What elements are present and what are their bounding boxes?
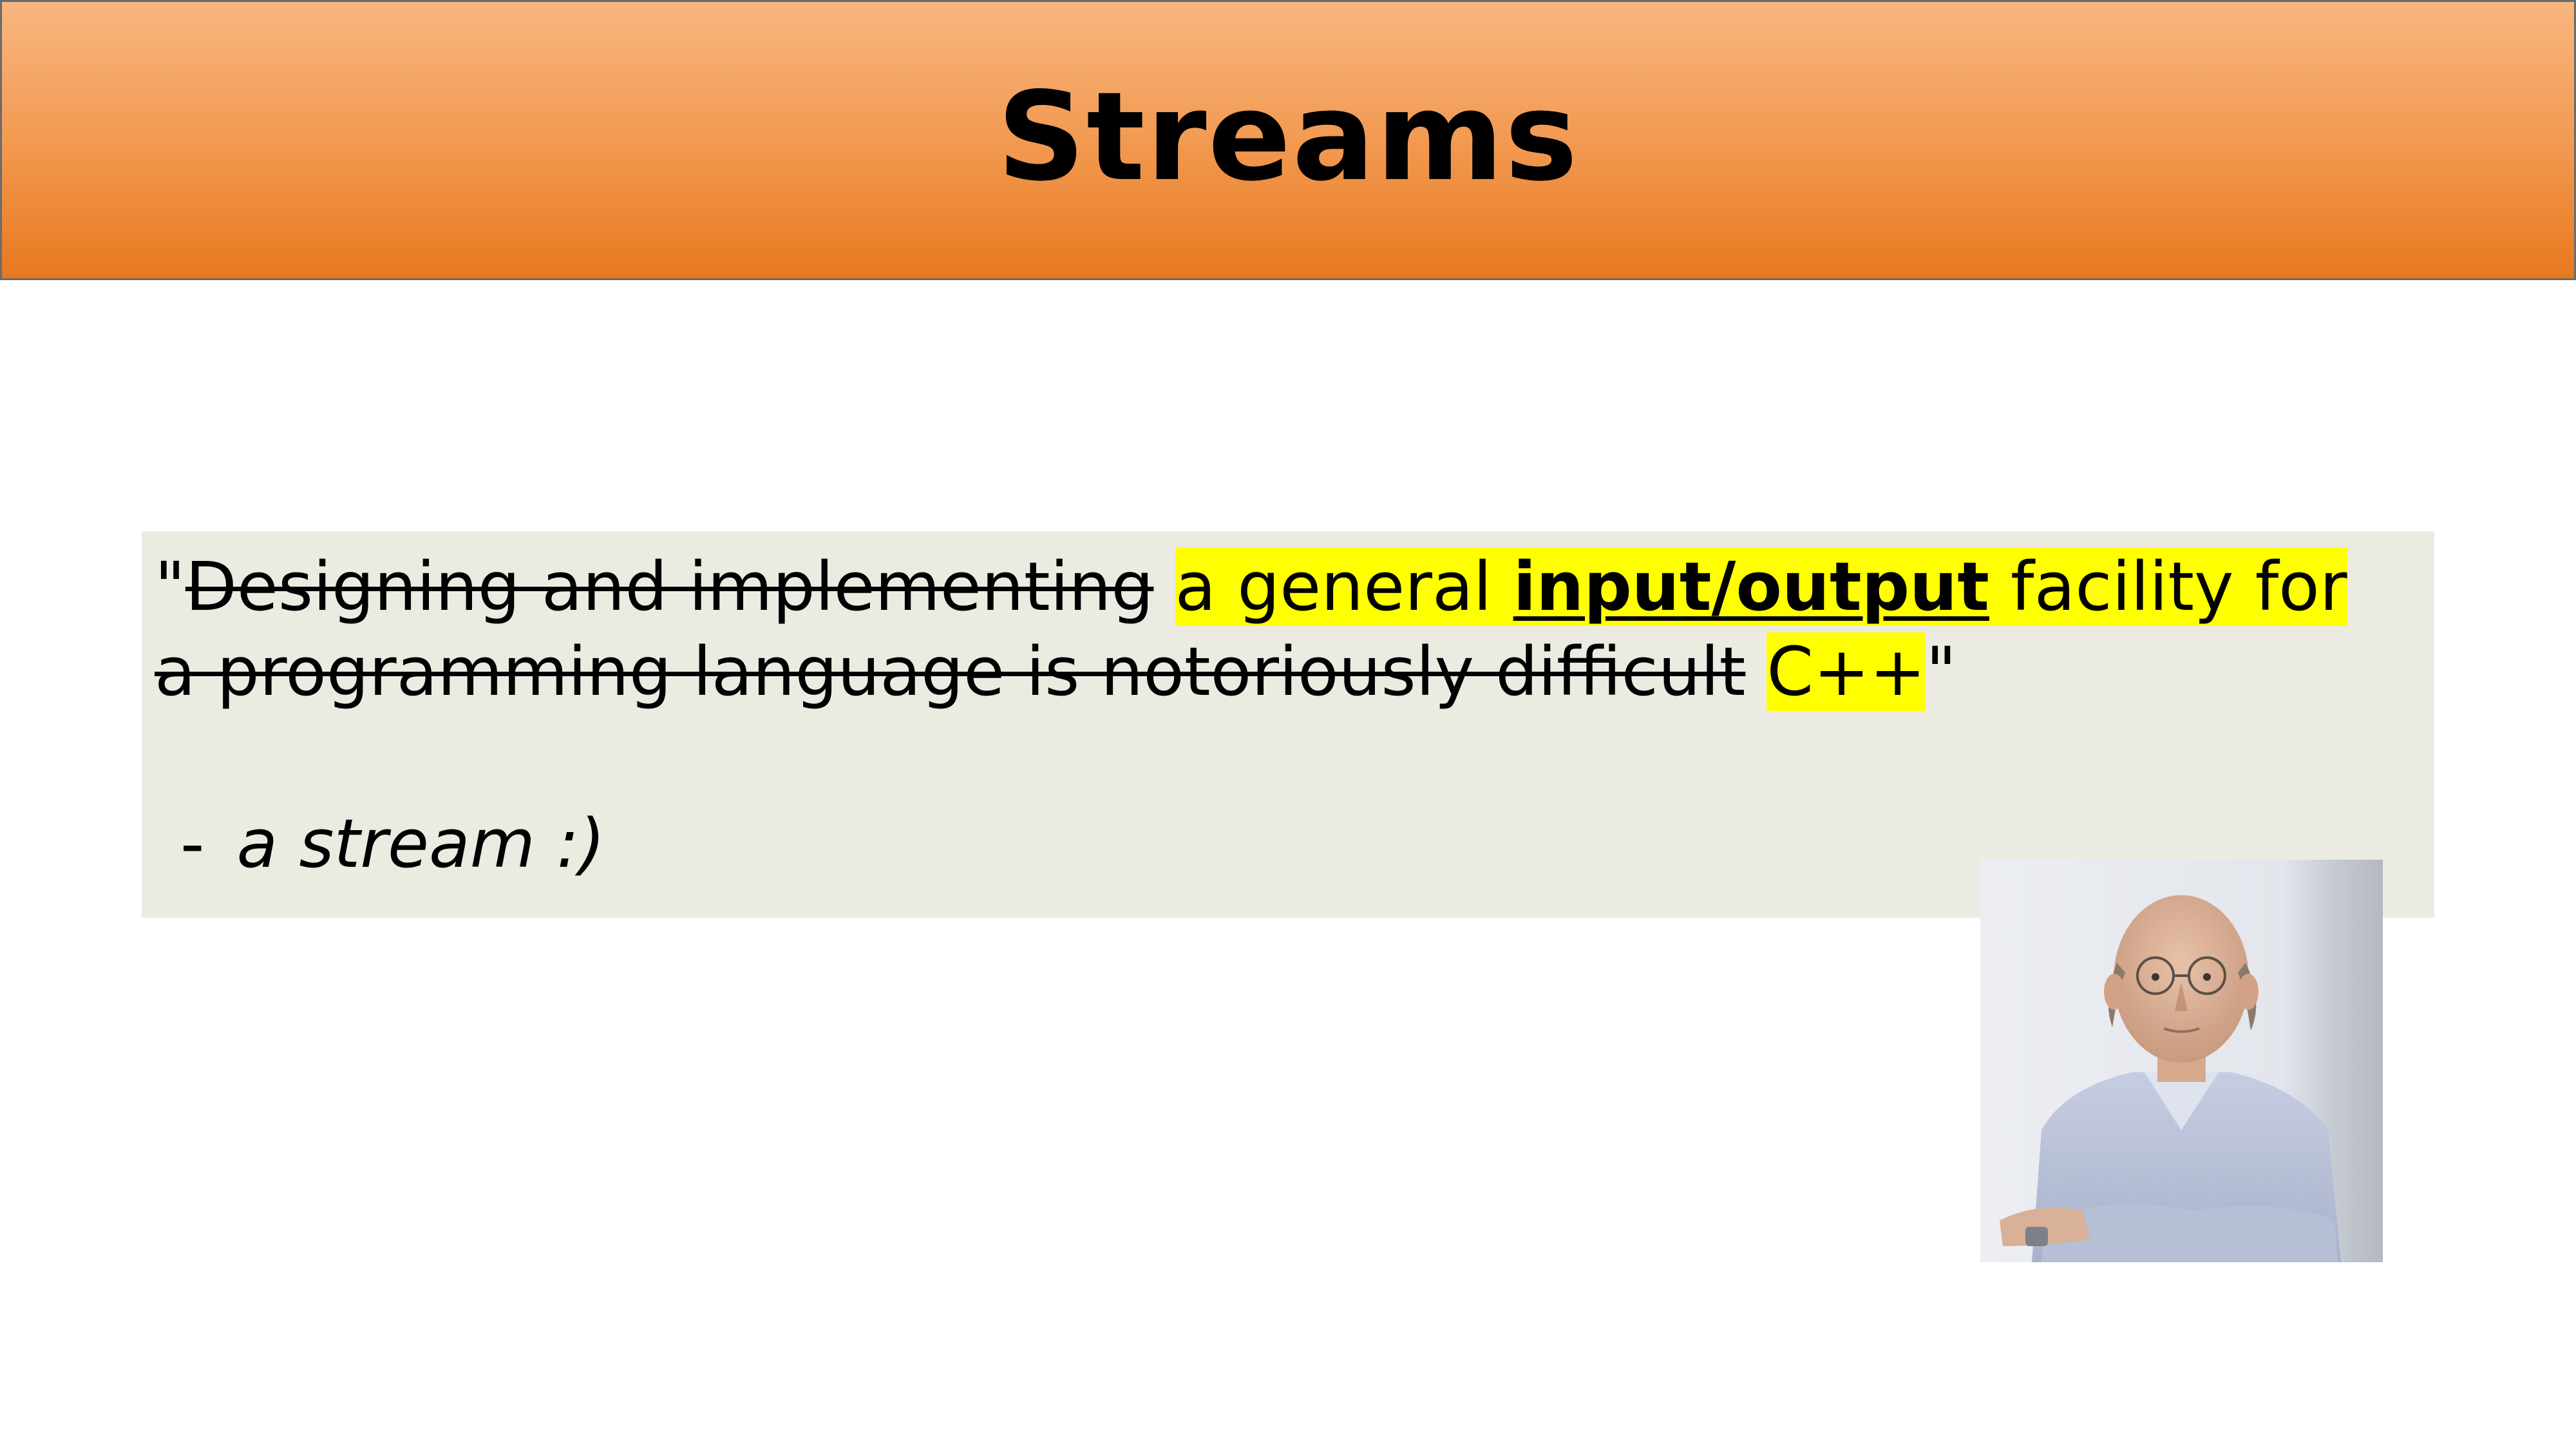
quote-text: "Designing and implementing a general in… xyxy=(155,544,2376,714)
attribution-text: a stream :) xyxy=(236,804,605,883)
highlight-text-1: a general xyxy=(1175,547,1513,626)
attribution: - a stream :) xyxy=(167,802,605,886)
struck-phrase-2: a programming language is notoriously di… xyxy=(155,632,1746,711)
portrait-illustration xyxy=(1980,860,2383,1262)
struck-phrase-1: Designing and implementing xyxy=(185,547,1154,626)
slide: Streams "Designing and implementing a ge… xyxy=(0,0,2576,1449)
highlight-phrase-1: a general input/output facility for xyxy=(1175,547,2347,626)
title-bar: Streams xyxy=(0,0,2576,280)
close-quote: " xyxy=(1926,632,1957,711)
open-quote: " xyxy=(155,547,185,626)
highlight-keyword: input/output xyxy=(1513,547,1989,626)
attribution-dash: - xyxy=(180,804,205,883)
slide-title: Streams xyxy=(997,66,1579,208)
portrait-photo-icon xyxy=(1980,860,2383,1262)
highlight-text-2: facility for xyxy=(1989,547,2347,626)
highlight-language: C++ xyxy=(1766,632,1926,711)
